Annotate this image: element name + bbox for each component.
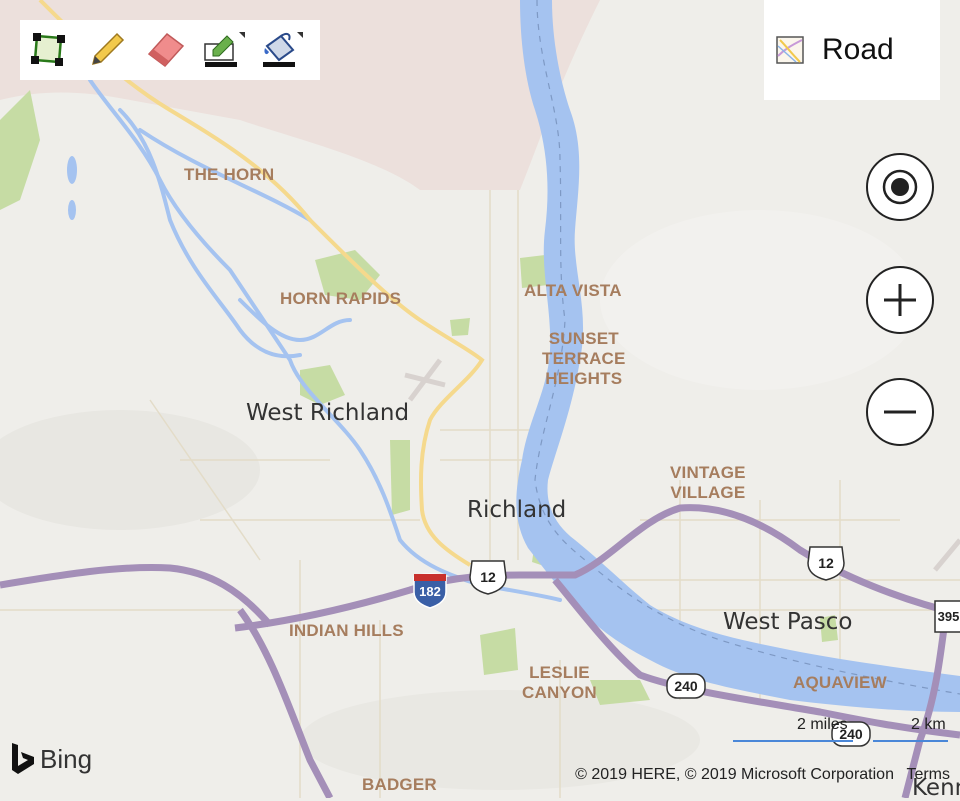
shield-label-12: 12 [480,569,496,585]
city-label-west-richland: West Richland [246,400,410,426]
zoom-out-icon [884,410,916,414]
shield-label-182: 182 [419,584,441,599]
shield-label-12b: 12 [818,555,834,571]
locate-me-button[interactable] [866,153,934,221]
place-label-alta-vista: ALTA VISTA [524,281,622,300]
draw-polygon-icon[interactable] [20,20,78,80]
map-style-button[interactable]: Road [764,0,940,100]
paint-bucket-icon[interactable] [252,20,310,80]
pencil-icon[interactable] [78,20,136,80]
bing-logo: Bing [10,742,92,776]
scale-label-miles: 2 miles [797,716,848,733]
copyright-text: © 2019 HERE, © 2019 Microsoft Corporatio… [575,766,894,783]
shield-label-240: 240 [674,678,698,694]
road-map-icon [776,36,804,64]
place-label-vintage-village: VINTAGE VILLAGE [670,463,746,502]
terms-link[interactable]: Terms [906,766,950,783]
zoom-in-icon [884,284,916,316]
place-label-the-horn: THE HORN [184,165,275,184]
place-label-aquaview: AQUAVIEW [793,673,887,692]
place-label-badger: BADGER [362,775,437,794]
edit-style-icon[interactable] [194,20,252,80]
scale-label-km: 2 km [911,716,946,733]
place-label-sunset-terrace-heights: SUNSET TERRACE HEIGHTS [542,329,626,388]
bing-wordmark: Bing [40,743,93,774]
map-attribution: © 2019 HERE, © 2019 Microsoft Corporatio… [575,766,950,784]
eraser-icon[interactable] [136,20,194,80]
place-label-leslie-canyon: LESLIE CANYON [522,663,597,702]
city-label-west-pasco: West Pasco [723,609,853,635]
zoom-out-button[interactable] [866,378,934,446]
place-label-horn-rapids: HORN RAPIDS [280,289,402,308]
drawing-toolbar [20,20,320,80]
city-label-richland: Richland [467,497,567,523]
zoom-in-button[interactable] [866,266,934,334]
bing-icon [12,743,34,774]
map-style-label: Road [822,33,894,66]
place-label-indian-hills: INDIAN HILLS [289,621,404,640]
shield-label-395: 395 [937,609,960,624]
locate-me-icon [882,169,918,205]
